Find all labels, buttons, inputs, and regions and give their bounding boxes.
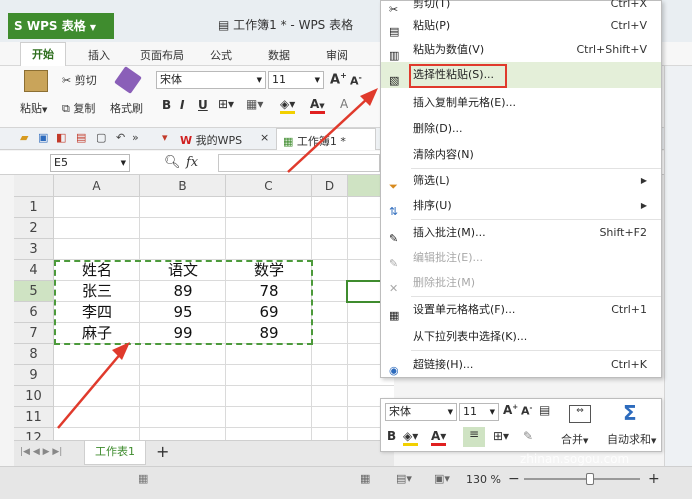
arrow-to-paste-special: [287, 88, 378, 173]
annotation-arrows: [57, 88, 378, 429]
arrow-to-selection: [57, 342, 130, 429]
